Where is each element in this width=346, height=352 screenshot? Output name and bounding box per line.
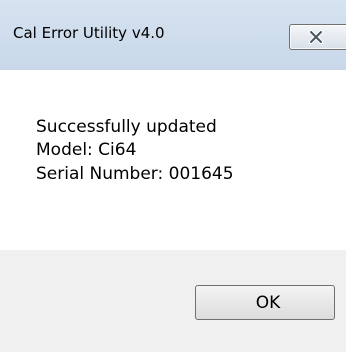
ok-button-label: OK [255,292,281,313]
close-icon [309,30,323,44]
title-bar: Cal Error Utility v4.0 [0,0,346,70]
status-message: Successfully updated [36,117,217,137]
window-title: Cal Error Utility v4.0 [13,24,165,42]
close-button[interactable] [289,24,346,50]
message-area: Successfully updated Model: Ci64 Serial … [0,70,346,250]
ok-button[interactable]: OK [195,285,335,320]
serial-number-line: Serial Number: 001645 [36,164,234,184]
model-line: Model: Ci64 [36,140,137,160]
message-dialog: Cal Error Utility v4.0 Successfully upda… [0,0,346,352]
button-bar: OK [0,250,346,352]
